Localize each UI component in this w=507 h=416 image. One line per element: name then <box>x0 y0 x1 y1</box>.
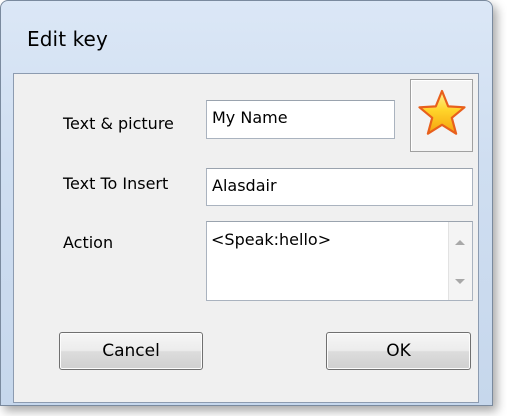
ok-button[interactable]: OK <box>326 332 471 370</box>
scroll-down-icon[interactable] <box>455 279 465 284</box>
cancel-button[interactable]: Cancel <box>59 332 203 370</box>
dialog-title: Edit key <box>27 27 108 51</box>
action-text: <Speak:hello> <box>211 230 332 249</box>
action-label: Action <box>63 233 114 252</box>
text-insert-label: Text To Insert <box>63 174 169 193</box>
text-picture-label: Text & picture <box>63 114 174 133</box>
dialog-body: Text & picture My Name Text To Insert Al… <box>13 73 479 403</box>
scroll-up-icon[interactable] <box>455 240 465 245</box>
action-scrollbar[interactable] <box>448 222 472 300</box>
text-picture-input[interactable]: My Name <box>206 100 395 139</box>
star-icon <box>418 89 466 135</box>
picture-button[interactable] <box>410 79 473 152</box>
action-textarea[interactable]: <Speak:hello> <box>206 221 473 301</box>
text-insert-input[interactable]: Alasdair <box>206 168 473 206</box>
edit-key-dialog: Edit key Text & picture My Name Text To … <box>0 0 493 406</box>
